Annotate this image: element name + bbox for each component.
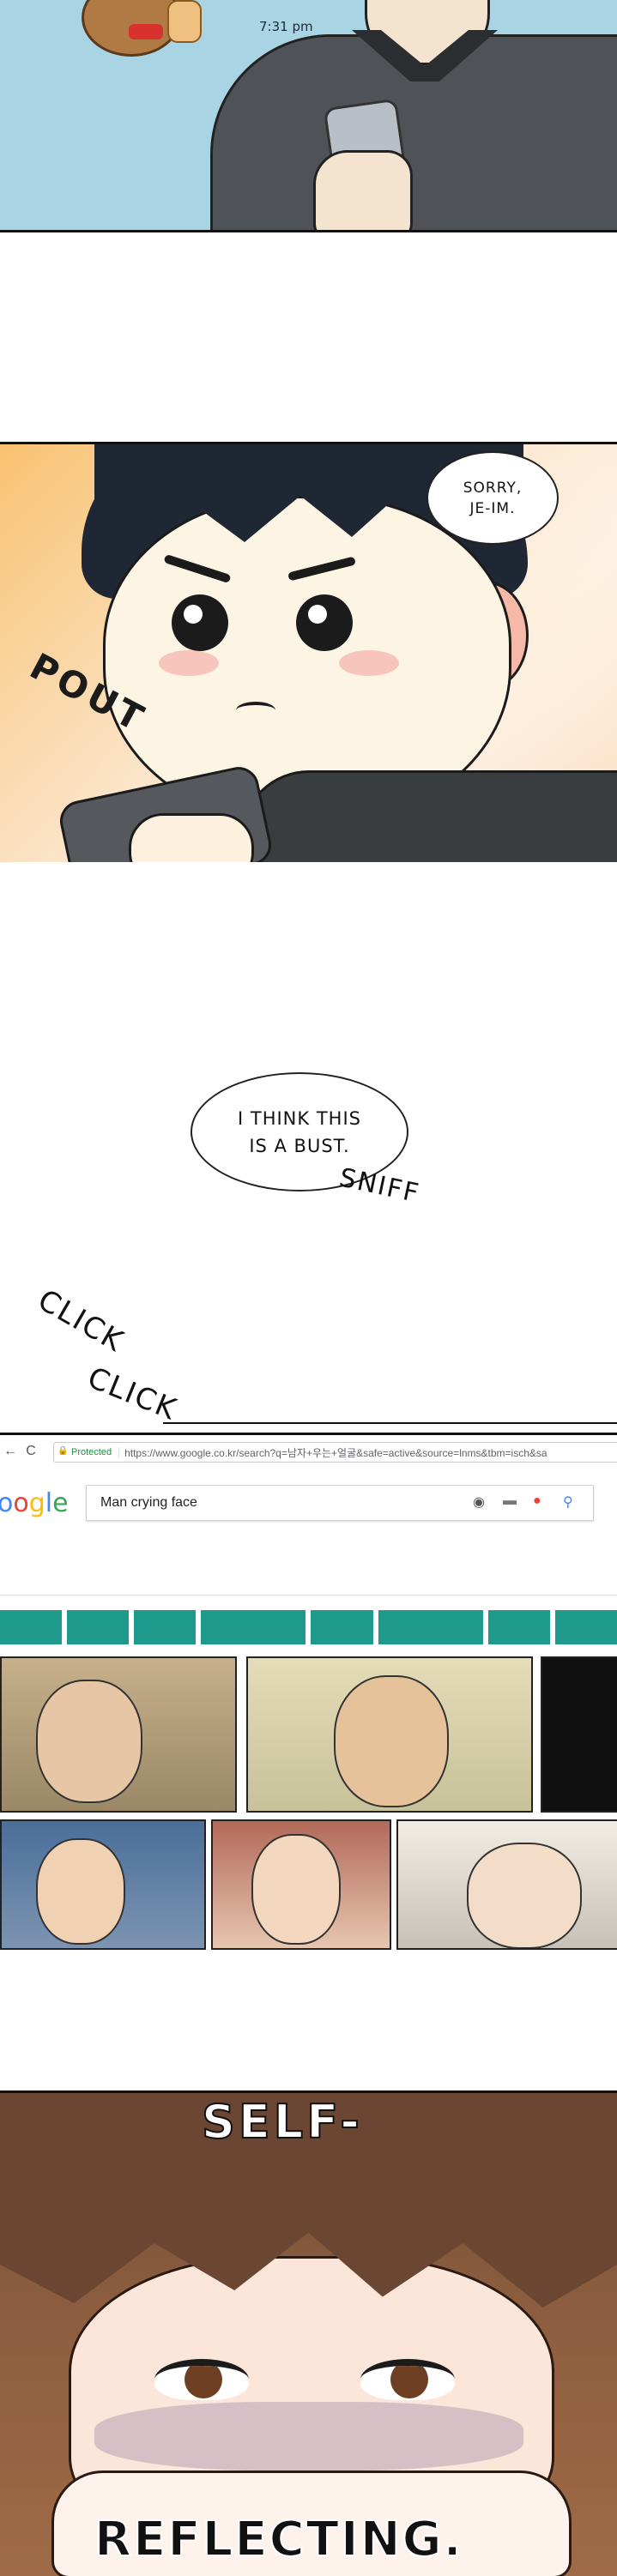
url-text: https://www.google.co.kr/search?q=남자+우는+…	[124, 1446, 547, 1459]
caption-bottom: REFLECTING.	[94, 2511, 463, 2568]
browser-toolbar: ← C Protected https://www.google.co.kr/s…	[0, 1440, 617, 1463]
tab[interactable]	[0, 1610, 63, 1644]
keyboard-icon[interactable]: ▬	[503, 1493, 517, 1509]
image-result[interactable]	[0, 1656, 237, 1813]
speech-text: SORRY, JE-IM.	[463, 479, 523, 517]
tab-strip	[0, 1610, 617, 1644]
back-arrow-icon[interactable]: ←	[0, 1444, 21, 1459]
tab[interactable]	[311, 1610, 373, 1644]
tab[interactable]	[67, 1610, 130, 1644]
bowtie	[129, 24, 163, 39]
caption-top: SELF-	[201, 2094, 363, 2150]
eye-left	[154, 2359, 249, 2400]
panel-bust: I THINK THIS IS A BUST. SNIFF CLICK CLIC…	[0, 862, 617, 1433]
sfx-click-1: CLICK	[32, 1282, 130, 1360]
tab[interactable]	[201, 1610, 306, 1644]
mic-icon[interactable]: ●	[533, 1493, 541, 1509]
image-result[interactable]	[246, 1656, 533, 1813]
secure-label: Protected	[54, 1446, 120, 1457]
tab[interactable]	[134, 1610, 197, 1644]
time-label: 7:31 pm	[259, 19, 313, 34]
address-bar[interactable]: Protected https://www.google.co.kr/searc…	[53, 1442, 617, 1463]
panel-self-reflecting: SELF- REFLECTING.	[0, 2090, 617, 2576]
logo-letter: e	[52, 1488, 69, 1518]
google-logo[interactable]: oogle	[0, 1488, 69, 1518]
tab[interactable]	[487, 1610, 550, 1644]
tab[interactable]	[554, 1610, 617, 1644]
search-input[interactable]: Man crying face ◉ ▬ ● ⚲	[86, 1485, 594, 1521]
image-result[interactable]	[211, 1819, 391, 1950]
blush-left	[159, 650, 219, 676]
tab[interactable]	[378, 1610, 483, 1644]
search-header: oogle Man crying face ◉ ▬ ● ⚲	[0, 1480, 617, 1527]
speech-text: I THINK THIS IS A BUST.	[238, 1107, 361, 1156]
mouth	[236, 702, 275, 719]
panel-browser: ← C Protected https://www.google.co.kr/s…	[0, 1433, 617, 1950]
hand	[129, 813, 254, 865]
logo-letter: l	[45, 1488, 53, 1518]
search-query: Man crying face	[100, 1495, 197, 1510]
logo-letter: g	[28, 1488, 45, 1518]
sfx-click-2: CLICK	[82, 1360, 183, 1427]
camera-icon[interactable]: ◉	[473, 1493, 485, 1511]
eye-left	[172, 594, 228, 651]
shirt	[240, 770, 617, 865]
reload-icon[interactable]: C	[21, 1444, 41, 1459]
blush-right	[339, 650, 399, 676]
image-result[interactable]	[396, 1819, 617, 1950]
divider	[0, 1595, 617, 1596]
panel-line	[163, 1422, 617, 1424]
image-result[interactable]	[541, 1656, 617, 1813]
panel-phone-time: 7:31 pm	[0, 0, 617, 232]
face-shadow	[94, 2402, 523, 2470]
sfx-sniff: SNIFF	[336, 1162, 423, 1210]
hand	[313, 150, 413, 230]
image-result[interactable]	[0, 1819, 206, 1950]
thumbs-up-icon	[167, 0, 202, 43]
search-icon[interactable]: ⚲	[563, 1493, 573, 1511]
logo-letter: o	[0, 1488, 13, 1518]
panel-pout: SORRY, JE-IM. POUT	[0, 442, 617, 867]
logo-letter: o	[13, 1488, 29, 1518]
speech-bubble: SORRY, JE-IM.	[426, 451, 559, 545]
eye-right	[296, 594, 353, 651]
eye-right	[360, 2359, 455, 2400]
